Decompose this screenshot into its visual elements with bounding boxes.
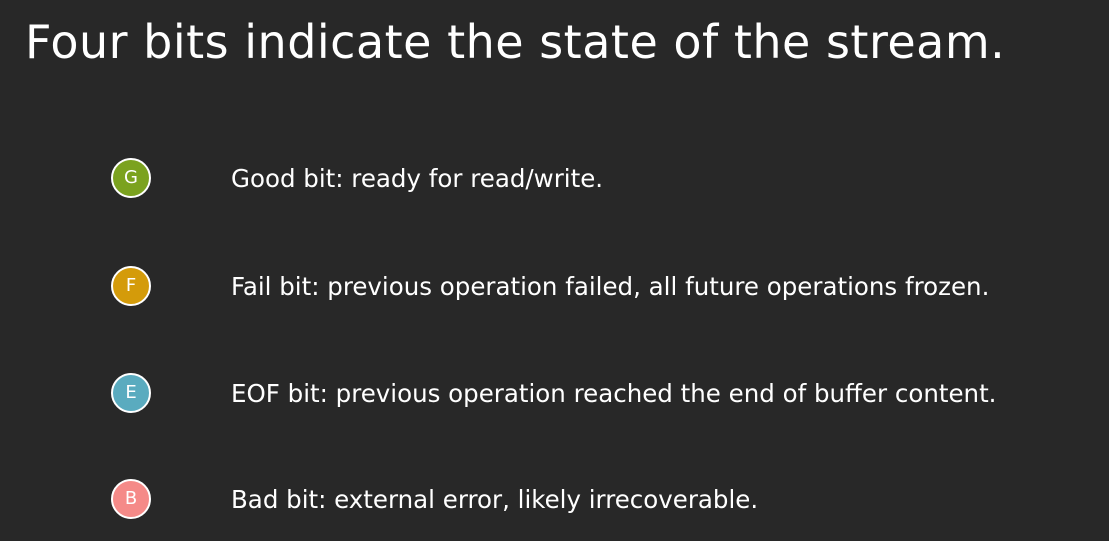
bad-bit-description: Bad bit: external error, likely irrecove…: [231, 485, 759, 514]
bad-bit-row: B Bad bit: external error, likely irreco…: [0, 477, 1109, 525]
fail-bit-row: F Fail bit: previous operation failed, a…: [0, 264, 1109, 312]
eof-bit-description: EOF bit: previous operation reached the …: [231, 379, 997, 408]
bad-bit-badge: B: [111, 479, 151, 519]
fail-bit-badge: F: [111, 266, 151, 306]
fail-bit-description: Fail bit: previous operation failed, all…: [231, 272, 990, 301]
slide-title: Four bits indicate the state of the stre…: [25, 15, 1006, 69]
eof-bit-row: E EOF bit: previous operation reached th…: [0, 371, 1109, 419]
good-bit-badge: G: [111, 158, 151, 198]
eof-bit-badge: E: [111, 373, 151, 413]
good-bit-description: Good bit: ready for read/write.: [231, 164, 604, 193]
good-bit-row: G Good bit: ready for read/write.: [0, 156, 1109, 204]
